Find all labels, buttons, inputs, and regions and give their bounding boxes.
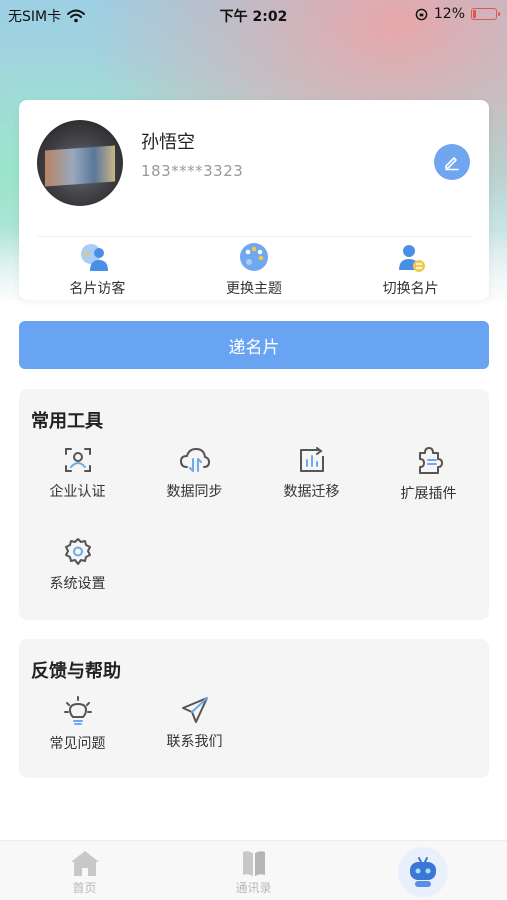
card-divider bbox=[37, 236, 471, 237]
cloud-sync-icon bbox=[179, 447, 210, 472]
card-action-label: 更换主题 bbox=[226, 281, 282, 297]
avatar[interactable] bbox=[37, 120, 123, 206]
send-icon bbox=[181, 697, 208, 723]
change-theme-button[interactable]: 更换主题 bbox=[176, 242, 333, 300]
tab-label: 通讯录 bbox=[235, 881, 272, 895]
visitors-icon bbox=[81, 244, 109, 271]
status-bar: 无SIM卡 下午 2:02 12% bbox=[0, 0, 507, 28]
card-actions: 名片访客 更换主题 切换名片 bbox=[19, 242, 489, 300]
battery-icon bbox=[471, 8, 500, 20]
send-card-button[interactable]: 递名片 bbox=[19, 321, 489, 369]
data-migrate-icon bbox=[299, 447, 324, 472]
edit-profile-button[interactable] bbox=[434, 144, 470, 180]
tools-section: 常用工具 企业认证 数据同步 数据迁移 扩展插件 系统设置 bbox=[19, 389, 489, 620]
help-label: 常见问题 bbox=[49, 736, 106, 752]
help-label: 联系我们 bbox=[166, 734, 223, 750]
tool-label: 系统设置 bbox=[49, 576, 106, 592]
tab-label: 首页 bbox=[72, 881, 97, 895]
tab-contacts[interactable]: 通讯录 bbox=[169, 841, 338, 900]
ai-assistant-icon bbox=[409, 857, 436, 887]
card-visitors-button[interactable]: 名片访客 bbox=[19, 242, 176, 300]
data-migrate-button[interactable]: 数据迁移 bbox=[253, 445, 370, 501]
system-settings-button[interactable]: 系统设置 bbox=[19, 537, 136, 593]
tools-title: 常用工具 bbox=[31, 411, 103, 432]
faq-button[interactable]: 常见问题 bbox=[19, 695, 136, 753]
profile-card: 孙悟空 183****3323 名片访客 更换主题 切换名片 bbox=[19, 100, 489, 300]
user-name: 孙悟空 bbox=[141, 132, 195, 153]
help-section: 反馈与帮助 常见问题 联系我们 bbox=[19, 639, 489, 778]
palette-icon bbox=[240, 243, 268, 271]
battery-percent: 12% bbox=[433, 6, 465, 22]
contact-us-button[interactable]: 联系我们 bbox=[136, 695, 253, 751]
enterprise-verify-button[interactable]: 企业认证 bbox=[19, 445, 136, 501]
tool-label: 企业认证 bbox=[49, 484, 106, 500]
card-action-label: 名片访客 bbox=[69, 281, 126, 297]
tab-ai-assistant[interactable] bbox=[338, 841, 507, 900]
lightbulb-icon bbox=[63, 696, 92, 725]
pencil-icon bbox=[445, 157, 459, 171]
tool-label: 扩展插件 bbox=[400, 486, 457, 502]
switch-card-button[interactable]: 切换名片 bbox=[332, 242, 489, 300]
contacts-book-icon bbox=[242, 851, 265, 876]
tool-label: 数据同步 bbox=[166, 484, 223, 500]
user-phone: 183****3323 bbox=[141, 162, 244, 180]
plugins-button[interactable]: 扩展插件 bbox=[370, 445, 487, 503]
status-right: 12% bbox=[415, 6, 500, 22]
tab-bar: 首页 通讯录 bbox=[0, 840, 507, 900]
verify-icon bbox=[64, 448, 91, 472]
rotation-lock-icon bbox=[415, 8, 428, 20]
home-icon bbox=[70, 851, 99, 876]
tool-label: 数据迁移 bbox=[283, 484, 340, 500]
gear-icon bbox=[64, 538, 91, 565]
switch-card-icon bbox=[398, 245, 425, 272]
help-title: 反馈与帮助 bbox=[31, 661, 121, 682]
card-action-label: 切换名片 bbox=[382, 281, 439, 297]
ai-assistant-button[interactable] bbox=[397, 847, 448, 897]
tab-home[interactable]: 首页 bbox=[0, 841, 169, 900]
data-sync-button[interactable]: 数据同步 bbox=[136, 445, 253, 501]
plugin-icon bbox=[418, 447, 443, 474]
